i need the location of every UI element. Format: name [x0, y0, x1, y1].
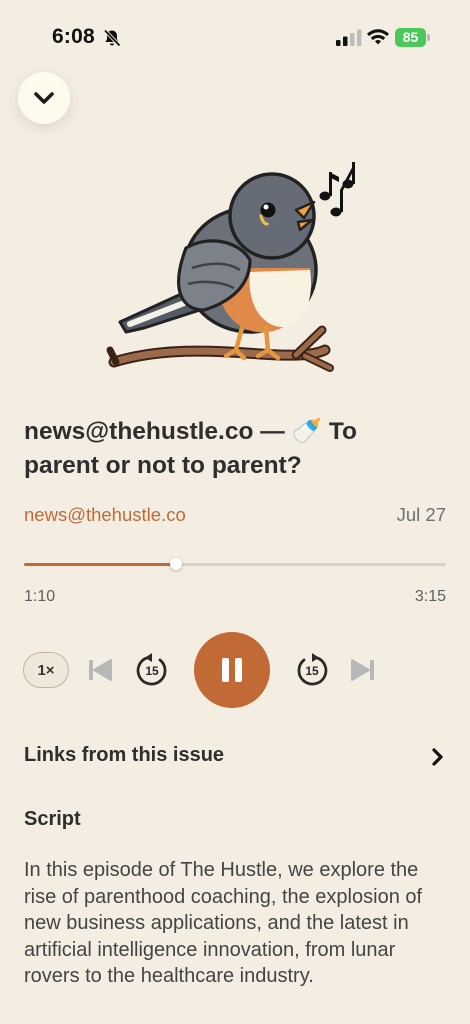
- progress-fill: [24, 563, 176, 566]
- playback-progress-slider[interactable]: [24, 558, 446, 570]
- links-label: Links from this issue: [24, 744, 225, 766]
- skip-next-icon: [351, 659, 374, 681]
- playback-speed-button[interactable]: 1×: [23, 652, 69, 688]
- battery-level: 85: [402, 29, 419, 45]
- branch-illustration: [106, 325, 334, 372]
- forward-15-button[interactable]: 15: [294, 651, 330, 689]
- battery-cap: [427, 34, 430, 41]
- status-bar: 6:08 85: [0, 0, 470, 70]
- wifi-icon: [367, 29, 389, 45]
- source-link[interactable]: news@thehustle.co: [24, 504, 186, 526]
- time-total: 3:15: [414, 588, 446, 605]
- next-episode-button[interactable]: [348, 655, 378, 685]
- progress-knob[interactable]: [169, 558, 182, 570]
- episode-title: news@thehustle.co — 🍼 To parent or not t…: [24, 418, 357, 479]
- rewind-15-button[interactable]: 15: [134, 651, 170, 689]
- rewind-seconds-label: 15: [145, 664, 159, 678]
- pause-icon: [222, 658, 242, 682]
- skip-previous-icon: [89, 659, 112, 681]
- previous-episode-button[interactable]: [85, 655, 115, 685]
- episode-date: Jul 27: [396, 504, 446, 525]
- script-heading: Script: [24, 808, 81, 830]
- pause-button[interactable]: [194, 632, 270, 708]
- forward-seconds-label: 15: [305, 664, 319, 678]
- player-screen: 6:08 85 news@thehustle.co — 🍼 To parent …: [0, 0, 470, 1024]
- status-time: 6:08: [52, 25, 95, 48]
- cellular-signal-icon: [336, 29, 362, 46]
- collapse-player-button[interactable]: [18, 72, 70, 124]
- links-from-issue-row[interactable]: Links from this issue: [24, 740, 450, 774]
- bell-slash-icon: [103, 29, 121, 47]
- chevron-right-icon: [432, 748, 443, 766]
- script-body: In this episode of The Hustle, we explor…: [24, 859, 423, 987]
- time-elapsed: 1:10: [24, 588, 56, 605]
- episode-artwork-bird-illustration: [106, 162, 355, 372]
- battery-indicator: 85: [395, 28, 431, 47]
- music-notes-illustration: [319, 162, 355, 217]
- chevron-down-icon: [34, 92, 54, 104]
